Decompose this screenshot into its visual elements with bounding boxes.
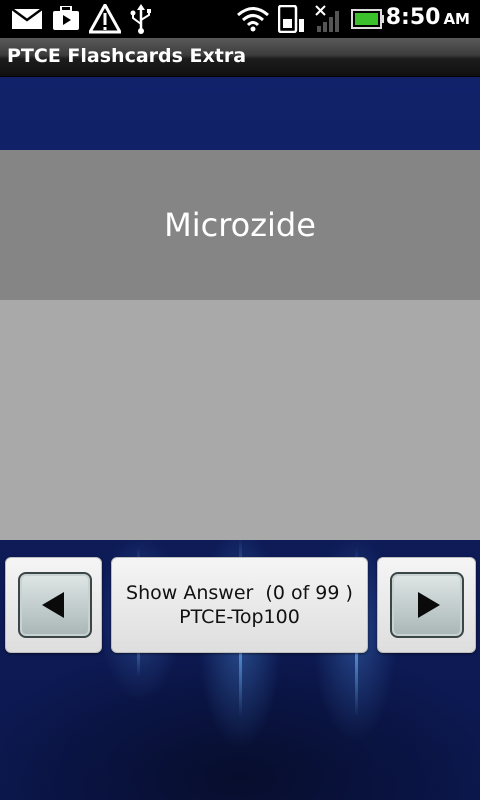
app-title-bar: PTCE Flashcards Extra xyxy=(0,38,480,77)
app-title: PTCE Flashcards Extra xyxy=(7,45,247,67)
flashcard-front[interactable]: Microzide xyxy=(0,150,480,300)
usb-icon xyxy=(130,4,151,34)
next-card-button[interactable] xyxy=(377,557,476,653)
clock-time: 8:50 xyxy=(385,5,441,30)
warning-icon xyxy=(89,4,121,34)
battery-icon xyxy=(351,9,384,29)
flashcard-term: Microzide xyxy=(164,206,316,244)
status-bar: 8:50 AM xyxy=(0,0,480,38)
flashcard-answer-area[interactable] xyxy=(0,300,480,540)
clock-ampm: AM xyxy=(443,10,470,28)
left-arrow-icon xyxy=(18,572,92,638)
right-arrow-icon xyxy=(390,572,464,638)
deck-name-label: PTCE-Top100 xyxy=(179,606,300,628)
wifi-icon xyxy=(237,7,269,32)
mail-icon xyxy=(12,9,42,29)
status-clock: 8:50 AM xyxy=(386,5,470,30)
sd-card-icon xyxy=(278,5,304,33)
show-answer-label: Show Answer (0 of 99 ) xyxy=(126,582,353,604)
briefcase-icon xyxy=(53,6,79,30)
show-answer-button[interactable]: Show Answer (0 of 99 ) PTCE-Top100 xyxy=(111,557,368,653)
no-signal-icon xyxy=(315,5,339,32)
previous-card-button[interactable] xyxy=(5,557,102,653)
